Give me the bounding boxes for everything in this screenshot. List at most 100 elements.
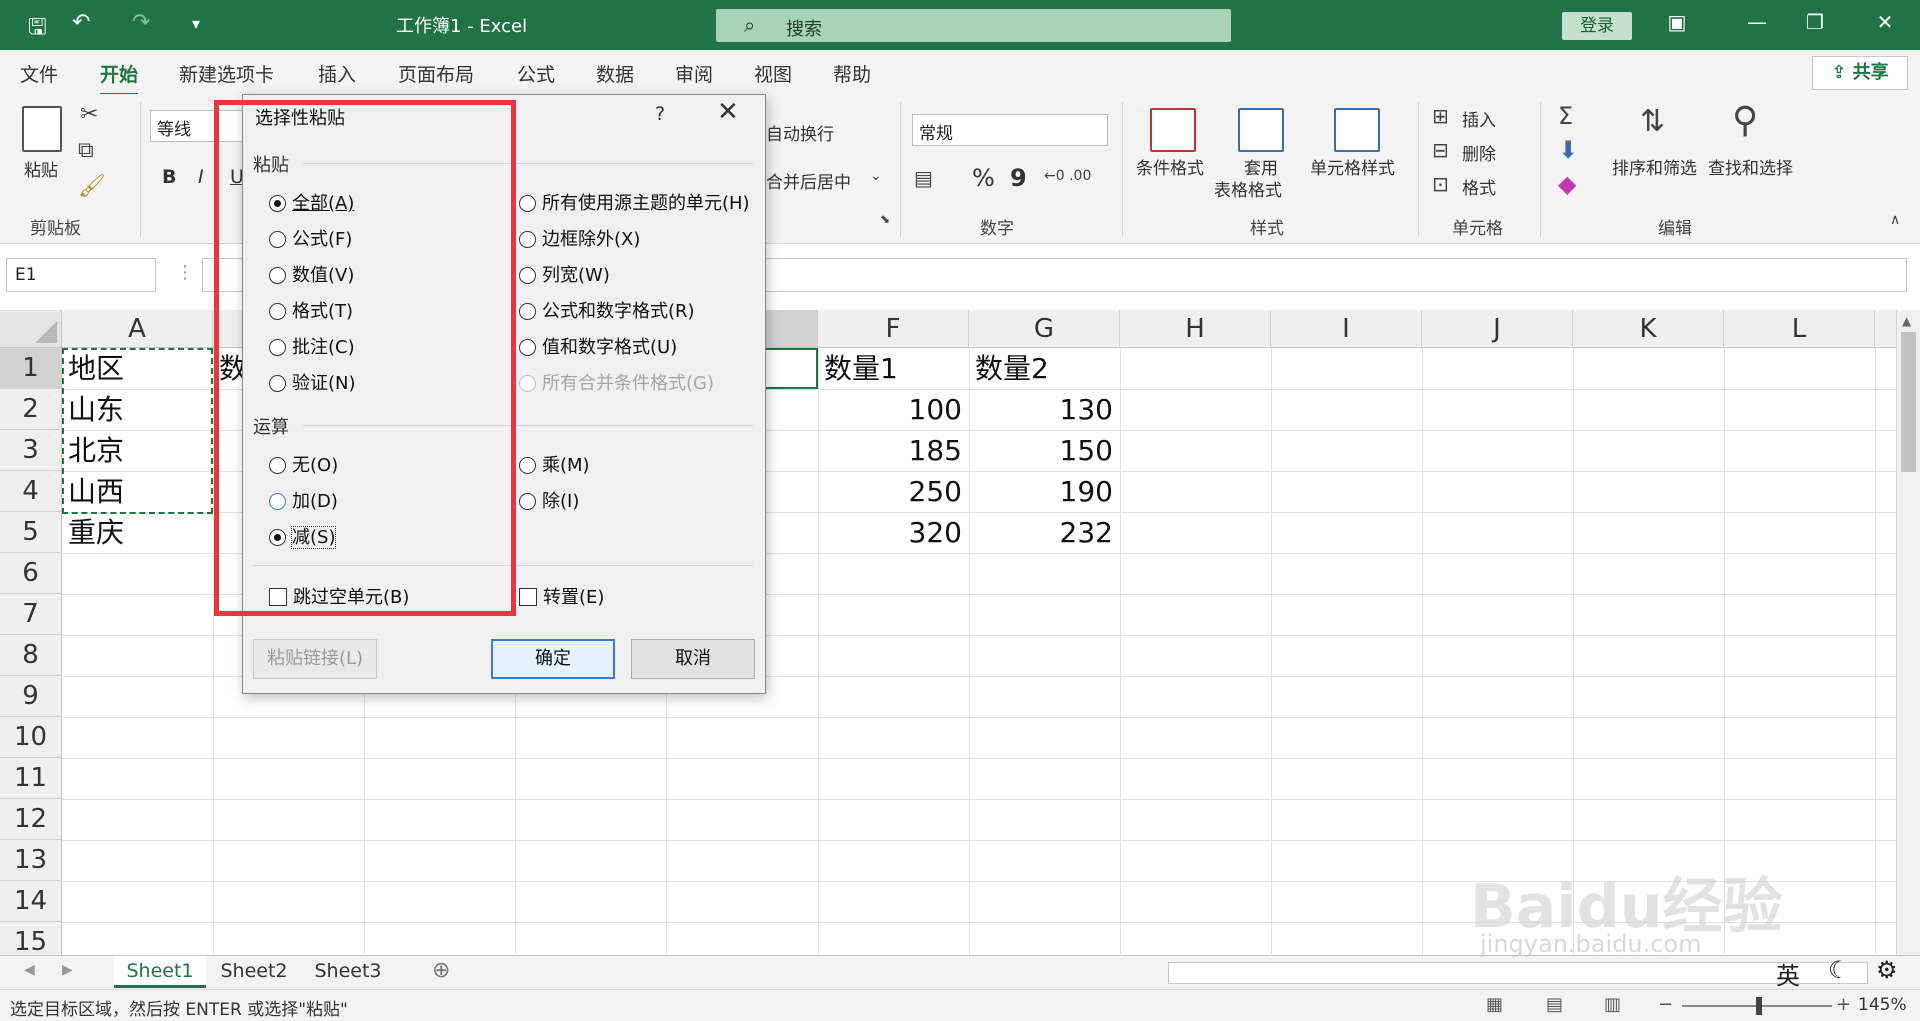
option-values-number-formats[interactable]: 值和数字格式(U) [519,333,677,359]
option-values[interactable]: 数值(V) [269,261,354,287]
moon-icon[interactable]: ☾ [1828,956,1850,984]
ok-button[interactable]: 确定 [491,639,615,679]
column-header-f[interactable]: F [818,310,969,348]
accounting-format-icon[interactable]: ▤ [914,166,933,190]
delete-cells-icon[interactable]: ⊟ [1432,138,1449,162]
option-validation[interactable]: 验证(N) [269,369,356,395]
tab-page-layout[interactable]: 页面布局 [398,60,474,87]
tab-view[interactable]: 视图 [754,60,792,87]
option-formulas-number-formats[interactable]: 公式和数字格式(R) [519,297,695,323]
name-box[interactable]: E1 [6,258,156,292]
customize-qat-icon[interactable]: ▾ [192,14,200,33]
cell-a5[interactable]: 重庆 [68,512,208,553]
cell-g3[interactable]: 150 [969,430,1113,471]
row-header-10[interactable]: 10 [0,717,62,758]
comma-button[interactable]: 9 [1010,164,1027,192]
minimize-icon[interactable]: — [1742,10,1772,34]
save-icon[interactable]: 🖫 [28,10,47,48]
undo-icon[interactable]: ↶ [72,10,90,35]
option-all[interactable]: 全部(A) [269,189,354,215]
row-header-9[interactable]: 9 [0,676,62,717]
sheet-tab-sheet1[interactable]: Sheet1 [114,956,206,988]
row-header-15[interactable]: 15 [0,922,62,955]
column-header-m[interactable] [1875,310,1896,348]
cell-f5[interactable]: 320 [818,512,962,553]
cell-g2[interactable]: 130 [969,389,1113,430]
next-sheet-icon[interactable]: ▶ [62,962,73,978]
row-header-4[interactable]: 4 [0,471,62,512]
tab-file[interactable]: 文件 [20,60,58,87]
transpose-checkbox[interactable]: 转置(E) [519,583,604,609]
wrap-text-button[interactable]: 自动换行 [766,120,834,145]
delete-cells-button[interactable]: 删除 [1462,140,1496,165]
font-name-combo[interactable]: 等线 [150,110,246,142]
tab-review[interactable]: 审阅 [675,60,713,87]
close-icon[interactable]: ✕ [717,97,739,127]
conditional-format-button[interactable]: 条件格式 [1136,154,1204,179]
ime-indicator[interactable]: 英 [1776,956,1800,991]
ribbon-display-icon[interactable]: ▣ [1662,10,1692,34]
option-source-theme[interactable]: 所有使用源主题的单元(H) [519,189,750,215]
find-select-icon[interactable]: ⚲ [1732,100,1758,141]
sort-filter-button[interactable]: 排序和筛选 [1612,154,1697,179]
option-comments[interactable]: 批注(C) [269,333,355,359]
row-header-12[interactable]: 12 [0,799,62,840]
fill-icon[interactable]: ⬇ [1558,136,1578,164]
row-header-13[interactable]: 13 [0,840,62,881]
chevron-down-icon[interactable]: ⌄ [870,168,882,184]
cell-f3[interactable]: 185 [818,430,962,471]
search-box[interactable]: ⌕ 搜索 [716,9,1231,42]
option-formats[interactable]: 格式(T) [269,297,353,323]
cell-g1[interactable]: 数量2 [975,348,1115,389]
help-icon[interactable]: ? [655,103,665,125]
zoom-in-icon[interactable]: + [1836,994,1851,1015]
add-sheet-icon[interactable]: ⊕ [432,958,450,983]
tab-data[interactable]: 数据 [596,60,634,87]
cell-styles-button[interactable]: 单元格样式 [1310,154,1395,179]
zoom-slider-thumb[interactable] [1756,997,1762,1015]
format-cells-icon[interactable]: ⊡ [1432,172,1449,196]
merge-center-button[interactable]: 合并后居中 [766,168,851,193]
page-layout-view-icon[interactable]: ▤ [1546,994,1563,1015]
option-op-multiply[interactable]: 乘(M) [519,451,590,477]
cell-styles-icon[interactable] [1334,108,1380,152]
normal-view-icon[interactable]: ▦ [1486,994,1503,1015]
zoom-out-icon[interactable]: − [1658,994,1673,1015]
cell-g5[interactable]: 232 [969,512,1113,553]
insert-cells-icon[interactable]: ⊞ [1432,104,1449,128]
cell-g4[interactable]: 190 [969,471,1113,512]
format-as-table-line2[interactable]: 表格格式 [1214,176,1282,201]
vertical-scrollbar[interactable]: ▲ [1896,310,1920,955]
sort-filter-icon[interactable]: ⇅ [1640,104,1665,139]
row-header-14[interactable]: 14 [0,881,62,922]
autosum-icon[interactable]: Σ [1558,102,1573,130]
page-break-view-icon[interactable]: ▥ [1604,994,1621,1015]
option-except-borders[interactable]: 边框除外(X) [519,225,640,251]
number-format-combo[interactable]: 常规 [912,114,1108,146]
sheet-tab-sheet2[interactable]: Sheet2 [208,956,300,988]
row-header-8[interactable]: 8 [0,635,62,676]
row-header-2[interactable]: 2 [0,389,62,430]
clear-icon[interactable]: ◆ [1558,170,1576,198]
share-button[interactable]: ⇪ 共享 [1812,56,1908,90]
tab-help[interactable]: 帮助 [833,60,871,87]
italic-button[interactable]: I [198,166,204,188]
insert-cells-button[interactable]: 插入 [1462,106,1496,131]
sheet-tab-sheet3[interactable]: Sheet3 [302,956,394,988]
copy-icon[interactable]: ⧉ [78,138,94,163]
column-header-g[interactable]: G [969,310,1120,348]
find-select-button[interactable]: 查找和选择 [1708,154,1793,179]
scroll-thumb[interactable] [1901,332,1916,472]
dialog-launcher-icon[interactable]: ⬊ [880,212,890,226]
column-header-a[interactable]: A [62,310,213,348]
cell-f4[interactable]: 250 [818,471,962,512]
tab-formulas[interactable]: 公式 [517,60,555,87]
tab-new[interactable]: 新建选项卡 [179,60,274,87]
select-all-corner[interactable] [0,310,62,348]
redo-icon[interactable]: ↷ [132,10,150,35]
format-cells-button[interactable]: 格式 [1462,174,1496,199]
option-formulas[interactable]: 公式(F) [269,225,352,251]
row-header-1[interactable]: 1 [0,348,62,389]
option-op-none[interactable]: 无(O) [269,451,338,477]
row-header-3[interactable]: 3 [0,430,62,471]
